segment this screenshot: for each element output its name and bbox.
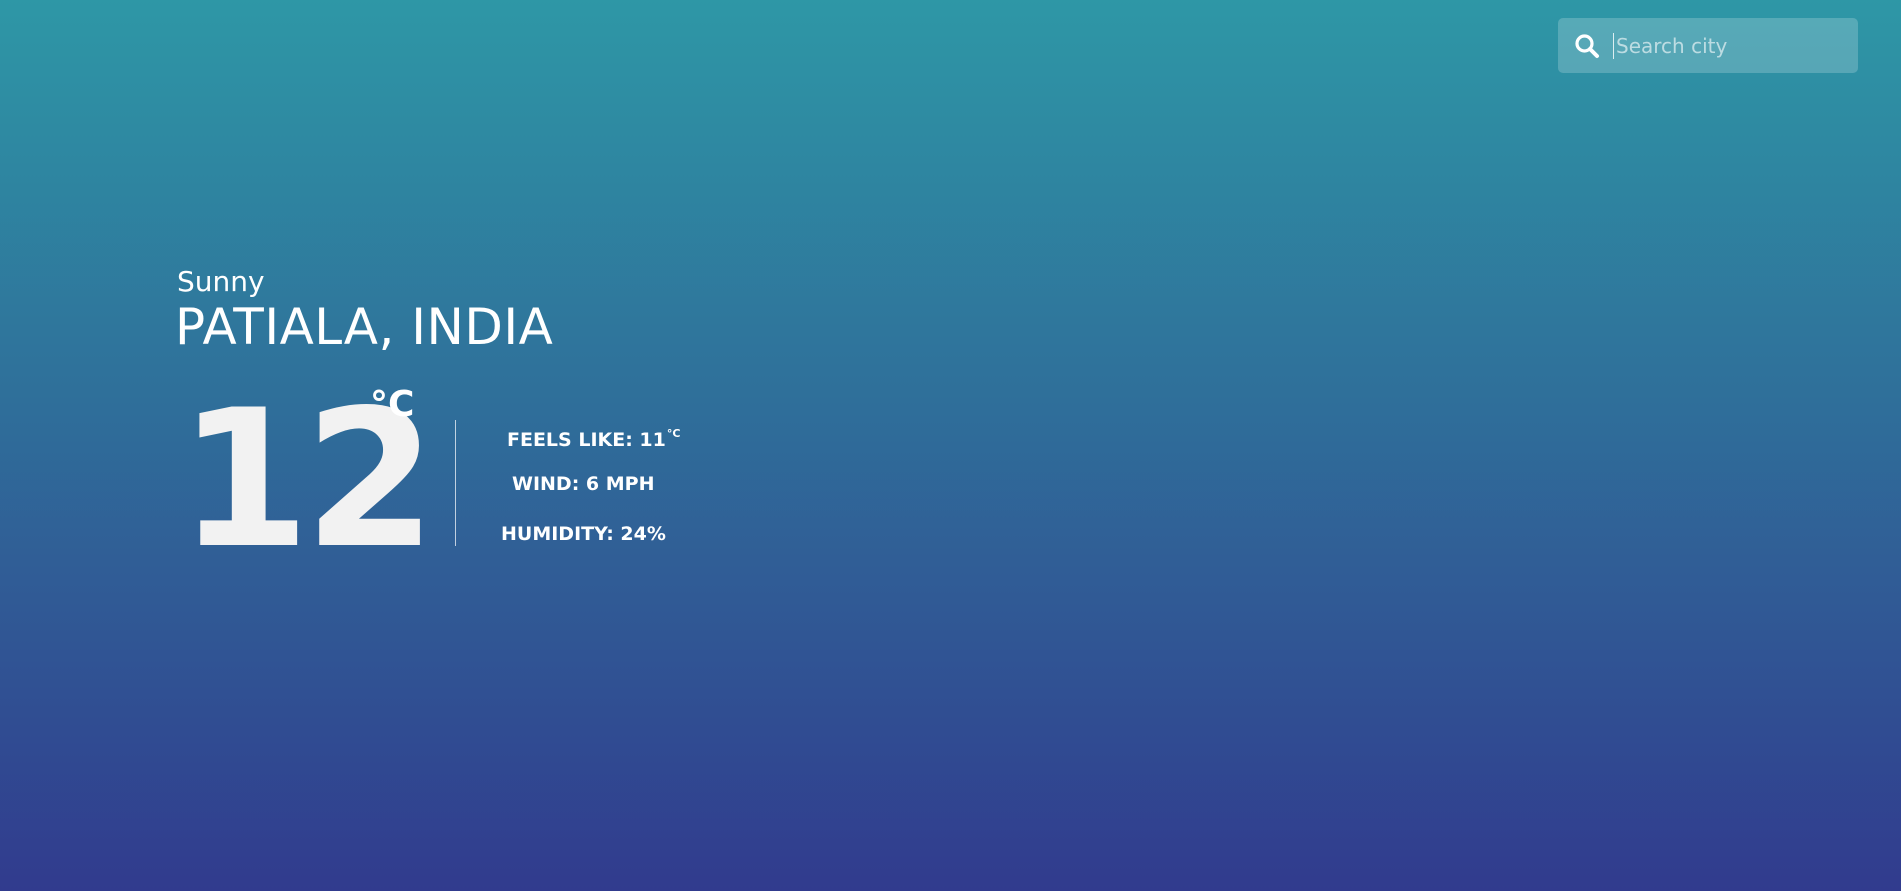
search-icon[interactable] (1574, 33, 1600, 59)
location-title: PATIALA, INDIA (175, 298, 554, 356)
divider (455, 420, 456, 546)
humidity-text: HUMIDITY: 24% (501, 523, 666, 545)
weather-app: { "search": { "placeholder": "Search cit… (0, 0, 1901, 891)
wind-text: WIND: 6 MPH (512, 473, 655, 495)
feels-like-text: FEELS LIKE: 11°C (507, 422, 680, 452)
feels-like-value: FEELS LIKE: 11 (507, 429, 666, 451)
search-input[interactable] (1613, 33, 1848, 59)
temperature-unit: °C (370, 384, 415, 425)
feels-like-unit: °C (666, 427, 681, 440)
search-box[interactable] (1558, 18, 1858, 73)
weather-condition: Sunny (177, 265, 265, 298)
